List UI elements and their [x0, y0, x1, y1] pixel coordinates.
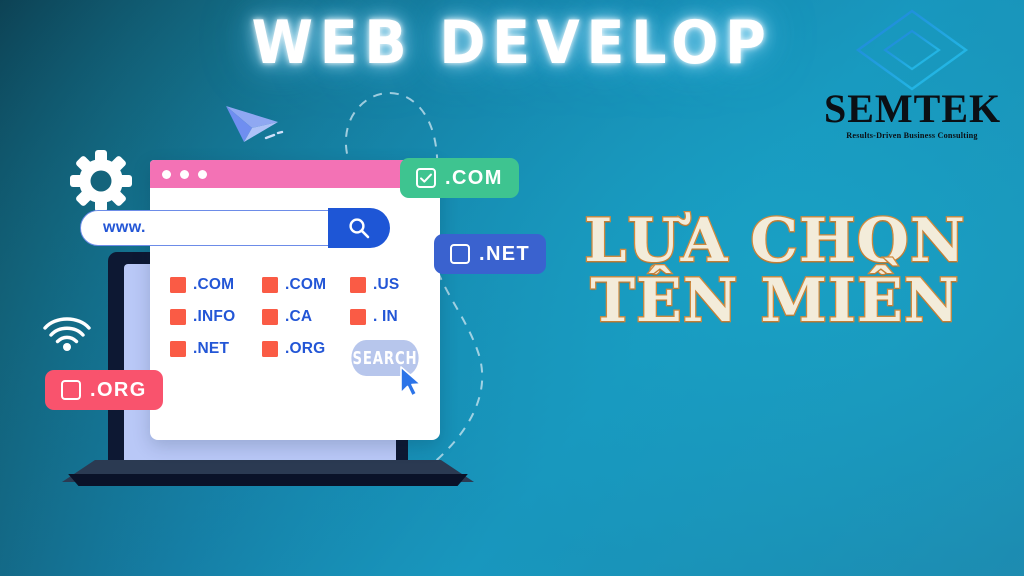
diamond-logo-icon	[855, 9, 969, 91]
gear-icon	[70, 150, 132, 212]
swatch-icon	[350, 309, 366, 325]
domain-label: .INFO	[193, 308, 236, 325]
badge-label: .ORG	[90, 378, 147, 401]
badge-com[interactable]: .COM	[400, 158, 519, 198]
search-input-value: www.	[103, 219, 146, 236]
swatch-icon	[350, 277, 366, 293]
brand-logo: SEMTEK Results-Driven Business Consultin…	[824, 8, 1000, 140]
domain-item[interactable]: .NET	[170, 340, 262, 358]
window-dot-maximize[interactable]	[198, 169, 207, 179]
swatch-icon	[262, 277, 278, 293]
checkbox-unchecked-icon	[61, 380, 81, 400]
domain-item[interactable]: .COM	[170, 276, 262, 294]
swatch-icon	[170, 277, 186, 293]
laptop-base-lip	[68, 474, 468, 486]
domain-item[interactable]: .CA	[262, 308, 350, 326]
domain-item[interactable]: . IN	[350, 308, 420, 326]
paper-plane-icon	[226, 106, 284, 142]
window-dot-minimize[interactable]	[180, 169, 189, 179]
badge-net[interactable]: .NET	[434, 234, 547, 274]
domain-item[interactable]: .US	[350, 276, 420, 294]
browser-window: www. .COM .COM .US .INFO .CA . IN .NET .…	[80, 160, 440, 440]
domain-label: .COM	[193, 276, 235, 293]
magnifier-icon	[349, 218, 370, 239]
domain-item[interactable]: .ORG	[262, 340, 350, 358]
domain-label: .NET	[193, 340, 230, 357]
domain-label: .US	[373, 276, 400, 293]
domain-label: .COM	[285, 276, 327, 293]
banner-canvas: WEB DEVELOP SEMTEK Results-Driven Busine…	[0, 0, 1024, 576]
headline: LỰA CHỌN TÊN MIỀN	[575, 210, 975, 337]
domain-item[interactable]: .INFO	[170, 308, 262, 326]
checkbox-checked-icon	[416, 168, 436, 188]
mouse-pointer-icon	[400, 366, 422, 397]
headline-line-2: TÊN MIỀN	[589, 266, 960, 337]
domain-item[interactable]: .COM	[262, 276, 350, 294]
swatch-icon	[262, 341, 278, 357]
checkbox-unchecked-icon	[450, 244, 470, 264]
domain-label: .ORG	[285, 340, 326, 357]
browser-title-bar	[150, 160, 440, 188]
window-dot-close[interactable]	[162, 169, 171, 179]
domain-label: . IN	[373, 308, 398, 325]
search-input[interactable]: www.	[80, 210, 348, 246]
swatch-icon	[262, 309, 278, 325]
wifi-icon	[43, 317, 91, 351]
badge-org[interactable]: .ORG	[45, 370, 163, 410]
badge-label: .NET	[479, 242, 531, 265]
logo-name: SEMTEK	[824, 86, 1002, 131]
badge-label: .COM	[445, 166, 503, 189]
search-submit-button[interactable]	[328, 208, 390, 248]
swatch-icon	[170, 341, 186, 357]
logo-tagline: Results-Driven Business Consulting	[846, 131, 978, 140]
domain-label: .CA	[285, 308, 313, 325]
swatch-icon	[170, 309, 186, 325]
